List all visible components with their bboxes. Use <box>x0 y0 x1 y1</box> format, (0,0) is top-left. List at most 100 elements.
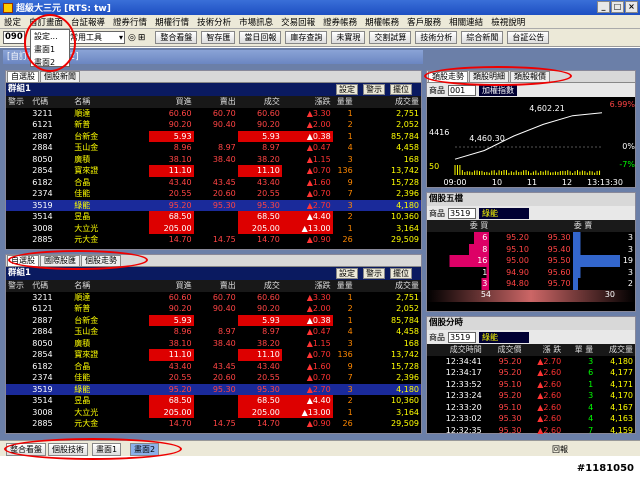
table-cell: 4,180 <box>595 356 635 368</box>
table-row[interactable]: 2854 寶來證 11.10 11.10 ▲0.70 136 13,742 <box>6 349 421 361</box>
table-cell: 2374 <box>30 372 72 384</box>
toolbar-button[interactable]: 未實現 <box>331 31 365 44</box>
table-cell: 1 <box>333 315 355 327</box>
column-header: 名稱 <box>72 280 149 292</box>
order-cell: 3 <box>573 232 635 244</box>
menu-item[interactable]: 技術分析 <box>193 16 235 28</box>
menu-item[interactable]: 設定 <box>0 16 25 28</box>
table-cell: 寶來證 <box>72 165 149 177</box>
layout-button[interactable]: 擺位 <box>390 268 412 279</box>
toolbar-button[interactable]: 整合看盤 <box>155 31 197 44</box>
highlight-circle <box>424 66 572 86</box>
alert-button[interactable]: 警示 <box>363 268 385 279</box>
minimize-button[interactable]: _ <box>597 1 610 13</box>
table-cell: 43.45 <box>194 177 238 189</box>
table-cell: 7 <box>563 425 595 437</box>
menu-item[interactable]: 證券帳務 <box>319 16 361 28</box>
table-row[interactable]: 6121 新普 90.20 90.40 90.20 ▲2.00 2 2,052 <box>6 119 421 131</box>
order-cell: 3 <box>427 278 489 290</box>
table-cell <box>6 418 30 430</box>
table-row[interactable]: 6182 合晶 43.40 43.45 43.40 ▲1.60 9 15,728 <box>6 177 421 189</box>
table-cell <box>6 142 30 154</box>
table-row[interactable]: 3519 綠能 95.20 95.30 95.30 ▲2.70 3 4,180 <box>6 384 421 396</box>
table-cell: 2885 <box>30 418 72 430</box>
table-row[interactable]: 3008 大立光 205.00 205.00 ▲13.00 1 3,164 <box>6 223 421 235</box>
table-cell: 14.75 <box>194 418 238 430</box>
table-cell: 38.40 <box>194 338 238 350</box>
table-cell <box>6 234 30 246</box>
table-row[interactable]: 6121 新普 90.20 90.40 90.20 ▲2.00 2 2,052 <box>6 303 421 315</box>
chart-label: 12 <box>562 178 572 187</box>
table-row[interactable]: 8050 廣積 38.10 38.40 38.20 ▲1.15 3 168 <box>6 154 421 166</box>
toolbar-button[interactable]: 台証公告 <box>507 31 549 44</box>
table-row[interactable]: 3008 大立光 205.00 205.00 ▲13.00 1 3,164 <box>6 407 421 419</box>
table-cell <box>194 315 238 327</box>
search-icon[interactable]: ⊞ <box>138 33 146 43</box>
table-cell: 1 <box>333 292 355 304</box>
table-cell: 4,177 <box>595 367 635 379</box>
toolbar-button[interactable]: 庫存查詢 <box>285 31 327 44</box>
table-cell: ▲2.70 <box>523 356 563 368</box>
menu-item[interactable]: 台証報導 <box>67 16 109 28</box>
table-row[interactable]: 3519 綠能 95.20 95.30 95.30 ▲2.70 3 4,180 <box>6 200 421 212</box>
toolbar-button[interactable]: 當日回報 <box>239 31 281 44</box>
layout-button[interactable]: 擺位 <box>390 84 412 95</box>
table-row[interactable]: 3211 順達 60.60 60.70 60.60 ▲3.30 1 2,751 <box>6 108 421 120</box>
table-cell: 2 <box>333 303 355 315</box>
menu-item[interactable]: 相關連結 <box>445 16 487 28</box>
table-row[interactable]: 3514 昱晶 68.50 68.50 ▲4.40 2 10,360 <box>6 211 421 223</box>
table-cell: ▲2.00 <box>282 303 333 315</box>
table-row[interactable]: 2887 台新金 5.93 5.93 ▲0.38 1 85,784 <box>6 131 421 143</box>
menu-item[interactable]: 證券行情 <box>109 16 151 28</box>
item-label: 商品 <box>429 208 445 219</box>
toolbar-button[interactable]: 技術分析 <box>415 31 457 44</box>
toolbar-button[interactable]: 智存匯 <box>201 31 235 44</box>
table-row[interactable]: 6182 合晶 43.40 43.45 43.40 ▲1.60 9 15,728 <box>6 361 421 373</box>
table-row[interactable]: 2885 元大金 14.70 14.75 14.70 ▲0.90 26 29,509 <box>6 234 421 246</box>
item-code-input[interactable]: 3519 <box>448 208 476 219</box>
refresh-icon[interactable]: ◎ <box>128 33 136 43</box>
menu-item[interactable]: 交易回報 <box>277 16 319 28</box>
table-row[interactable]: 2374 佳能 20.55 20.60 20.55 ▲0.70 7 2,396 <box>6 188 421 200</box>
toolbar-button[interactable]: 交割試算 <box>369 31 411 44</box>
settings-button[interactable]: 設定 <box>336 84 358 95</box>
alert-button[interactable]: 警示 <box>363 84 385 95</box>
table-row[interactable]: 2884 玉山金 8.96 8.97 8.97 ▲0.47 4 4,458 <box>6 326 421 338</box>
settings-button[interactable]: 設定 <box>336 268 358 279</box>
table-cell: 綠能 <box>72 384 149 396</box>
table-cell: 26 <box>333 234 355 246</box>
table-cell <box>6 154 30 166</box>
menu-item[interactable]: 期權行情 <box>151 16 193 28</box>
item-code-input[interactable]: 3519 <box>448 332 476 343</box>
tab[interactable]: 個股新聞 <box>40 71 80 82</box>
table-row[interactable]: 3211 順達 60.60 60.70 60.60 ▲3.30 1 2,751 <box>6 292 421 304</box>
tab[interactable]: 自選股 <box>7 71 39 82</box>
group-label: 群組1 <box>8 268 31 278</box>
chart-label: 13:13:30 <box>587 178 623 187</box>
stock-code-input[interactable]: 090 <box>3 31 25 44</box>
item-code-input[interactable]: 001 <box>448 85 476 96</box>
table-row[interactable]: 8050 廣積 38.10 38.40 38.20 ▲1.15 3 168 <box>6 338 421 350</box>
table-cell: 29,509 <box>355 234 421 246</box>
menu-item[interactable]: 期權帳務 <box>361 16 403 28</box>
table-cell: 20.55 <box>238 188 282 200</box>
table-row[interactable]: 2374 佳能 20.55 20.60 20.55 ▲0.70 7 2,396 <box>6 372 421 384</box>
table-cell: 2854 <box>30 165 72 177</box>
status-report[interactable]: 回報 <box>552 444 568 455</box>
toolbar-button[interactable]: 綜合新聞 <box>461 31 503 44</box>
table-cell: ▲3.30 <box>282 108 333 120</box>
table-cell: 4,458 <box>355 142 421 154</box>
menu-item[interactable]: 市場訊息 <box>235 16 277 28</box>
table-row[interactable]: 3514 昱晶 68.50 68.50 ▲4.40 2 10,360 <box>6 395 421 407</box>
table-cell: 8050 <box>30 154 72 166</box>
table-row[interactable]: 2885 元大金 14.70 14.75 14.70 ▲0.90 26 29,509 <box>6 418 421 430</box>
menu-item[interactable]: 檢視說明 <box>487 16 529 28</box>
table-row[interactable]: 2854 寶來證 11.10 11.10 ▲0.70 136 13,742 <box>6 165 421 177</box>
order-cell: 3 <box>573 244 635 256</box>
table-row[interactable]: 2884 玉山金 8.96 8.97 8.97 ▲0.47 4 4,458 <box>6 142 421 154</box>
table-cell: 4,170 <box>595 390 635 402</box>
close-button[interactable]: × <box>625 1 638 13</box>
maximize-button[interactable]: □ <box>611 1 624 13</box>
menu-item[interactable]: 客戶服務 <box>403 16 445 28</box>
table-row[interactable]: 2887 台新金 5.93 5.93 ▲0.38 1 85,784 <box>6 315 421 327</box>
